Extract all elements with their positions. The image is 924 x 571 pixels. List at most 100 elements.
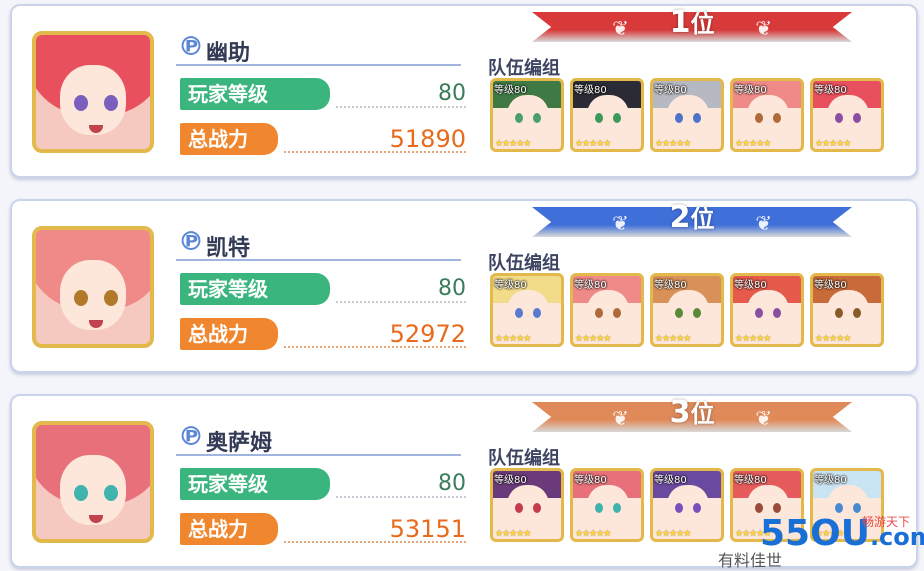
player-level-row: 玩家等级 80: [176, 468, 466, 500]
unit-portrait: [507, 95, 549, 139]
unit-level: 等级80: [574, 475, 607, 486]
team-unit[interactable]: 等级80 ★★★★★: [730, 273, 804, 347]
unit-portrait: [667, 290, 709, 334]
power-value: 51890: [389, 125, 466, 153]
unit-portrait: [827, 290, 869, 334]
rank-banner: ❦ ❦ 2位: [532, 199, 852, 239]
unit-portrait: [747, 95, 789, 139]
unit-stars: ★★★★★: [495, 529, 531, 539]
unit-portrait: [667, 95, 709, 139]
power-value: 53151: [389, 515, 466, 543]
team-units: 等级80 ★★★★★ 等级80 ★★★★★ 等级80 ★★★★★ 等级80 ★★…: [490, 273, 910, 353]
player-name-row: ℗ 奥萨姆: [176, 422, 461, 456]
level-label: 玩家等级: [180, 468, 330, 500]
unit-level: 等级80: [574, 280, 607, 291]
unit-stars: ★★★★★: [815, 139, 851, 149]
team-label: 队伍编组: [488, 448, 560, 469]
team-unit[interactable]: 等级80 ★★★★★: [570, 273, 644, 347]
power-label: 总战力: [180, 318, 278, 350]
name-ornament-icon: ℗: [178, 422, 204, 452]
unit-level: 等级80: [654, 475, 687, 486]
level-value: 80: [438, 471, 466, 496]
team-unit[interactable]: 等级80 ★★★★★: [490, 78, 564, 152]
team-label: 队伍编组: [488, 58, 560, 79]
unit-stars: ★★★★★: [815, 334, 851, 344]
player-name-row: ℗ 凯特: [176, 227, 461, 261]
rank-text: 3位: [669, 395, 715, 430]
player-level-row: 玩家等级 80: [176, 273, 466, 305]
power-value: 52972: [389, 320, 466, 348]
unit-stars: ★★★★★: [575, 139, 611, 149]
unit-stars: ★★★★★: [655, 529, 691, 539]
unit-stars: ★★★★★: [495, 139, 531, 149]
player-name-row: ℗ 幽助: [176, 32, 461, 66]
unit-stars: ★★★★★: [655, 334, 691, 344]
total-power-row: 总战力 51890: [176, 123, 466, 155]
player-avatar[interactable]: [32, 226, 154, 348]
unit-portrait: [667, 485, 709, 529]
unit-portrait: [507, 485, 549, 529]
unit-stars: ★★★★★: [575, 334, 611, 344]
level-value: 80: [438, 276, 466, 301]
unit-level: 等级80: [814, 85, 847, 96]
team-unit[interactable]: 等级80 ★★★★★: [570, 468, 644, 542]
player-card-rank-2[interactable]: ℗ 凯特 玩家等级 80 总战力 52972 ❦ ❦ 2位 队伍编组 等级80 …: [10, 199, 918, 373]
team-unit[interactable]: 等级80 ★★★★★: [810, 273, 884, 347]
name-ornament-icon: ℗: [178, 227, 204, 257]
team-unit[interactable]: 等级80 ★★★★★: [490, 273, 564, 347]
rank-banner: ❦ ❦ 1位: [532, 4, 852, 44]
unit-level: 等级80: [494, 280, 527, 291]
unit-portrait: [747, 290, 789, 334]
unit-level: 等级80: [494, 475, 527, 486]
watermark-logo: 55OU.com 有料佳世 畅游天下: [718, 507, 924, 570]
unit-level: 等级80: [814, 280, 847, 291]
player-card-rank-1[interactable]: ℗ 幽助 玩家等级 80 总战力 51890 ❦ ❦ 1位 队伍编组 等级80 …: [10, 4, 918, 178]
unit-level: 等级80: [734, 85, 767, 96]
unit-level: 等级80: [734, 280, 767, 291]
player-avatar[interactable]: [32, 421, 154, 543]
level-value: 80: [438, 81, 466, 106]
player-level-row: 玩家等级 80: [176, 78, 466, 110]
unit-portrait: [587, 95, 629, 139]
power-label: 总战力: [180, 123, 278, 155]
team-label: 队伍编组: [488, 253, 560, 274]
team-unit[interactable]: 等级80 ★★★★★: [570, 78, 644, 152]
watermark-sub: 有料佳世: [718, 551, 783, 570]
unit-stars: ★★★★★: [735, 334, 771, 344]
team-unit[interactable]: 等级80 ★★★★★: [490, 468, 564, 542]
total-power-row: 总战力 52972: [176, 318, 466, 350]
player-name: 凯特: [206, 236, 251, 261]
power-label: 总战力: [180, 513, 278, 545]
unit-level: 等级80: [734, 475, 767, 486]
unit-portrait: [587, 485, 629, 529]
player-name: 奥萨姆: [206, 431, 273, 456]
unit-level: 等级80: [814, 475, 847, 486]
rank-text: 2位: [669, 200, 715, 235]
team-unit[interactable]: 等级80 ★★★★★: [810, 78, 884, 152]
team-unit[interactable]: 等级80 ★★★★★: [730, 78, 804, 152]
team-unit[interactable]: 等级80 ★★★★★: [650, 273, 724, 347]
unit-level: 等级80: [654, 85, 687, 96]
unit-level: 等级80: [654, 280, 687, 291]
rank-banner: ❦ ❦ 3位: [532, 394, 852, 434]
team-unit[interactable]: 等级80 ★★★★★: [650, 468, 724, 542]
unit-portrait: [507, 290, 549, 334]
unit-stars: ★★★★★: [655, 139, 691, 149]
level-label: 玩家等级: [180, 273, 330, 305]
level-label: 玩家等级: [180, 78, 330, 110]
unit-stars: ★★★★★: [495, 334, 531, 344]
unit-level: 等级80: [494, 85, 527, 96]
rank-text: 1位: [669, 5, 715, 40]
player-name: 幽助: [206, 41, 251, 66]
watermark-tag: 畅游天下: [861, 515, 910, 529]
team-units: 等级80 ★★★★★ 等级80 ★★★★★ 等级80 ★★★★★ 等级80 ★★…: [490, 78, 910, 158]
unit-portrait: [587, 290, 629, 334]
unit-stars: ★★★★★: [735, 139, 771, 149]
player-avatar[interactable]: [32, 31, 154, 153]
name-ornament-icon: ℗: [178, 32, 204, 62]
unit-level: 等级80: [574, 85, 607, 96]
unit-portrait: [827, 95, 869, 139]
total-power-row: 总战力 53151: [176, 513, 466, 545]
team-unit[interactable]: 等级80 ★★★★★: [650, 78, 724, 152]
unit-stars: ★★★★★: [575, 529, 611, 539]
